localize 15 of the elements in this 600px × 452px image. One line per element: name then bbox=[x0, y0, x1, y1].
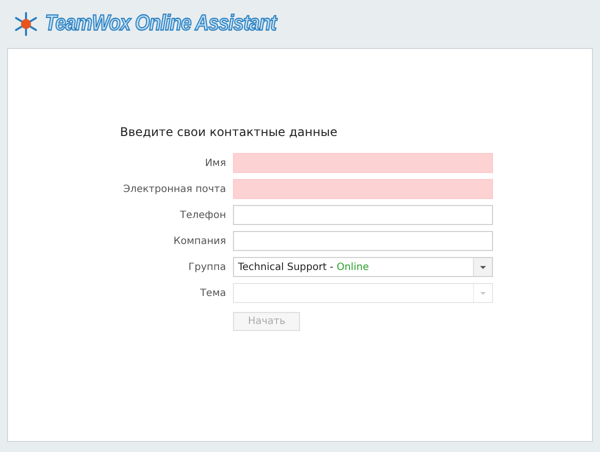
input-field[interactable] bbox=[233, 231, 493, 251]
form-title: Введите свои контактные данные bbox=[120, 125, 338, 139]
input-field[interactable] bbox=[233, 179, 493, 199]
field-label: Имя bbox=[204, 158, 226, 168]
field-label: Телефон bbox=[178, 210, 226, 220]
input-field[interactable] bbox=[233, 205, 493, 225]
caret-icon bbox=[473, 258, 492, 276]
field-label: Группа bbox=[187, 262, 226, 272]
snowflake-icon bbox=[13, 11, 39, 37]
field-label: Электронная почта bbox=[122, 184, 226, 194]
logo-text: TeamWox Online Assistant bbox=[45, 11, 276, 37]
dropdown-field[interactable]: Technical Support - Online bbox=[233, 257, 493, 277]
field-label: Тема bbox=[199, 288, 226, 298]
field-label: Компания bbox=[172, 236, 226, 246]
input-field[interactable] bbox=[233, 153, 493, 173]
